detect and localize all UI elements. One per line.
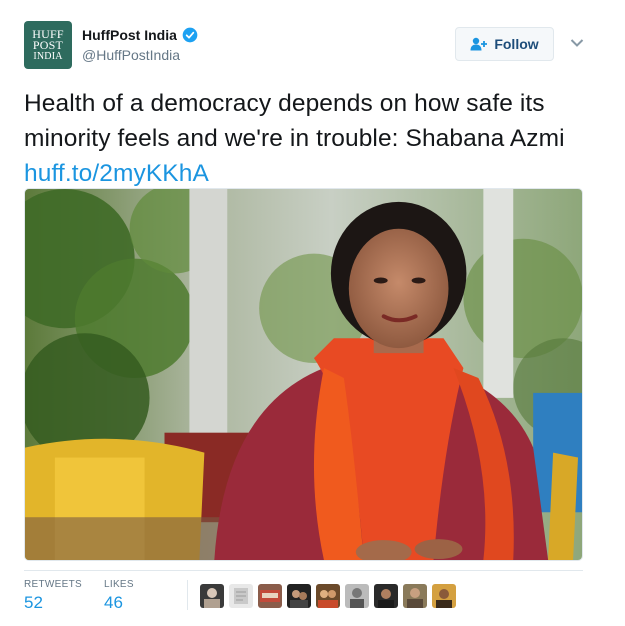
tweet-photo[interactable] xyxy=(24,188,583,561)
tweet-link[interactable]: huff.to/2myKKhA xyxy=(24,160,209,187)
stats-divider-vertical xyxy=(187,580,188,610)
liker-avatar[interactable] xyxy=(374,584,398,608)
retweets-label: RETWEETS xyxy=(24,579,82,590)
author-block: HuffPost India @HuffPostIndia xyxy=(82,27,198,63)
retweets-count: 52 xyxy=(24,593,43,612)
follow-button[interactable]: Follow xyxy=(455,27,554,61)
follow-label: Follow xyxy=(494,36,539,52)
display-name[interactable]: HuffPost India xyxy=(82,27,177,43)
liker-avatars xyxy=(200,584,456,608)
tweet-body: Health of a democracy depends on how saf… xyxy=(24,90,565,152)
stats-divider-top xyxy=(24,570,583,571)
likes-label: LIKES xyxy=(104,579,134,590)
liker-avatar[interactable] xyxy=(287,584,311,608)
likes-stat[interactable]: LIKES 46 xyxy=(104,579,134,613)
liker-avatar[interactable] xyxy=(258,584,282,608)
chevron-down-icon[interactable] xyxy=(570,38,584,48)
retweets-stat[interactable]: RETWEETS 52 xyxy=(24,579,82,613)
likes-count: 46 xyxy=(104,593,123,612)
avatar[interactable]: HUFF POST INDIA xyxy=(24,21,72,69)
handle[interactable]: @HuffPostIndia xyxy=(82,47,198,63)
liker-avatar[interactable] xyxy=(316,584,340,608)
tweet-card: HUFF POST INDIA HuffPost India @HuffPost… xyxy=(0,0,625,626)
liker-avatar[interactable] xyxy=(432,584,456,608)
avatar-text-line-2: POST xyxy=(32,37,64,52)
photo-image xyxy=(25,189,582,560)
avatar-text-line-3: INDIA xyxy=(33,50,63,62)
add-user-icon xyxy=(470,37,488,51)
verified-badge-icon xyxy=(182,27,198,43)
liker-avatar[interactable] xyxy=(403,584,427,608)
liker-avatar[interactable] xyxy=(345,584,369,608)
liker-avatar[interactable] xyxy=(200,584,224,608)
tweet-text: Health of a democracy depends on how saf… xyxy=(24,86,604,191)
liker-avatar[interactable] xyxy=(229,584,253,608)
